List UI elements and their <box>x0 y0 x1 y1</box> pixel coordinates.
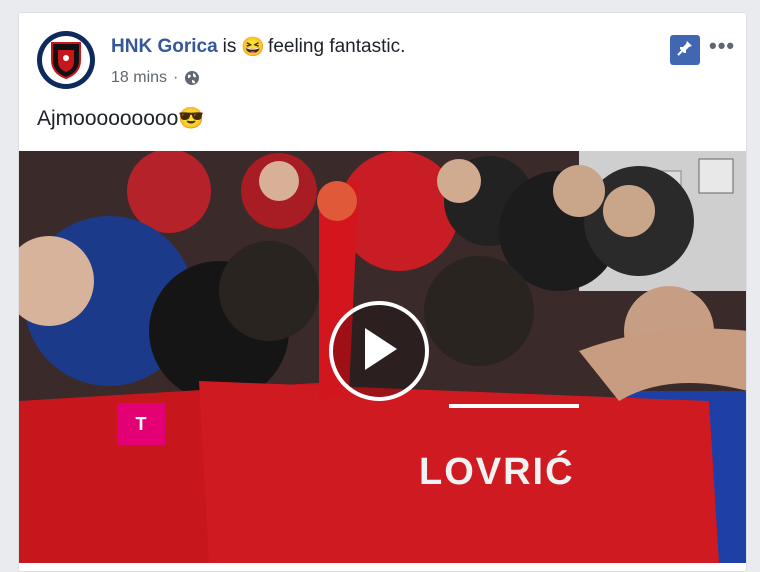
page-name-link[interactable]: HNK Gorica <box>111 36 218 58</box>
pin-icon <box>676 39 694 62</box>
more-options-button[interactable]: ••• <box>709 33 735 59</box>
timestamp-link[interactable]: 18 mins <box>111 69 167 87</box>
video-player[interactable]: T LOVRIĆ <box>19 151 746 563</box>
club-crest-icon <box>42 36 90 84</box>
globe-icon[interactable] <box>184 70 200 86</box>
feeling-text: feeling fantastic. <box>268 36 406 57</box>
sponsor-logo: T <box>117 403 165 445</box>
pin-button[interactable] <box>670 35 700 65</box>
play-button[interactable] <box>329 301 429 401</box>
verb-text: is <box>222 36 237 57</box>
laughing-emoji-icon: 😆 <box>241 37 266 58</box>
post-meta: 18 mins · <box>111 69 200 87</box>
post-header: HNK Gorica is 😆 feeling fantastic. <box>111 35 405 59</box>
page-avatar[interactable] <box>37 31 95 89</box>
play-icon <box>357 324 401 379</box>
post-card: HNK Gorica is 😆 feeling fantastic. 18 mi… <box>18 12 747 572</box>
post-text: Ajmooooooooo😎 <box>37 107 205 130</box>
jersey-name-text: LOVRIĆ <box>419 451 575 493</box>
meta-separator: · <box>173 69 179 86</box>
